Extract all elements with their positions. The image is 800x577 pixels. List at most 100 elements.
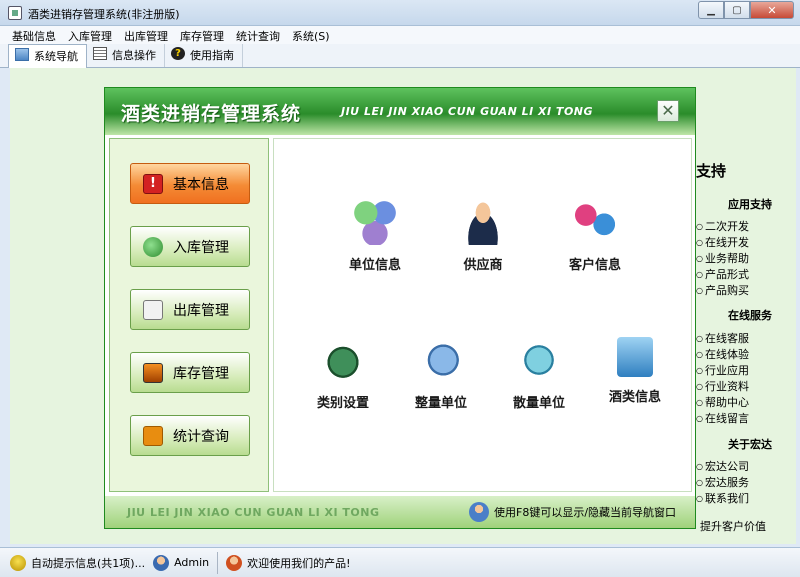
- statusbar: 自动提示信息(共1项)... Admin 欢迎使用我们的产品!: [0, 547, 800, 577]
- feature-label: 类别设置: [316, 396, 369, 411]
- module-button-inbound[interactable]: 入库管理: [130, 226, 250, 267]
- support-link[interactable]: 二次开发: [696, 218, 749, 234]
- support-link[interactable]: 业务帮助: [696, 250, 749, 266]
- menu-basic-info[interactable]: 基础信息: [8, 26, 64, 44]
- module-button-label: 库存管理: [173, 365, 229, 382]
- menu-system[interactable]: 系统(S): [288, 26, 338, 44]
- feature-unit-info[interactable]: 单位信息: [330, 199, 420, 273]
- navigation-icon: [15, 48, 29, 61]
- status-tips-text: 自动提示信息(共1项)...: [31, 556, 146, 570]
- footer-hint-text: 使用F8键可以显示/隐藏当前导航窗口: [494, 506, 677, 519]
- bulk-unit-icon: [516, 337, 562, 383]
- monitor-icon: [143, 362, 163, 383]
- feature-label: 散量单位: [512, 396, 565, 411]
- feature-wine-info[interactable]: 酒类信息: [590, 337, 680, 405]
- module-button-label: 统计查询: [173, 428, 229, 445]
- support-link[interactable]: 产品购买: [696, 282, 749, 298]
- status-tips[interactable]: 自动提示信息(共1项)...: [10, 552, 153, 574]
- support-link[interactable]: 宏达公司: [696, 458, 749, 474]
- navigation-pinyin: JIU LEI JIN XIAO CUN GUAN LI XI TONG: [341, 105, 594, 118]
- menubar: 基础信息 入库管理 出库管理 库存管理 统计查询 系统(S): [0, 26, 800, 44]
- navigation-footer: JIU LEI JIN XIAO CUN GUAN LI XI TONG 使用F…: [105, 496, 695, 528]
- status-user-text: Admin: [174, 556, 210, 569]
- module-button-label: 基本信息: [173, 176, 229, 193]
- feature-bulk-unit[interactable]: 散量单位: [494, 337, 584, 411]
- feature-supplier[interactable]: 供应商: [438, 199, 528, 273]
- user-icon: [153, 554, 170, 571]
- module-button-outbound[interactable]: 出库管理: [130, 289, 250, 330]
- minimize-button[interactable]: ▁: [698, 1, 724, 19]
- tab-system-navigation[interactable]: 系统导航: [8, 44, 87, 68]
- feature-label: 客户信息: [568, 258, 621, 273]
- support-link[interactable]: 行业资料: [696, 378, 749, 394]
- footer-hint: 使用F8键可以显示/隐藏当前导航窗口: [469, 502, 676, 522]
- module-button-statistics[interactable]: 统计查询: [130, 415, 250, 456]
- tab-label: 使用指南: [190, 49, 234, 62]
- support-link[interactable]: 联系我们: [696, 490, 749, 506]
- section-heading-online-service: 在线服务: [728, 309, 772, 322]
- navigation-panel: 酒类进销存管理系统 JIU LEI JIN XIAO CUN GUAN LI X…: [104, 87, 696, 529]
- users-group-icon: [352, 199, 398, 245]
- wine-folder-icon: [617, 337, 653, 377]
- status-user: Admin: [153, 551, 219, 574]
- rss-icon: [143, 425, 163, 446]
- support-link[interactable]: 在线体验: [696, 346, 749, 362]
- support-link[interactable]: 在线留言: [696, 410, 749, 426]
- tabbar: 系统导航 信息操作 ? 使用指南: [0, 44, 800, 68]
- close-button[interactable]: ✕: [750, 1, 794, 19]
- tab-info-operations[interactable]: 信息操作: [87, 44, 165, 67]
- feature-label: 整量单位: [414, 396, 467, 411]
- lightbulb-icon: [10, 554, 26, 571]
- navigation-title: 酒类进销存管理系统: [121, 103, 302, 125]
- support-link[interactable]: 产品形式: [696, 266, 749, 282]
- section-heading-app-support: 应用支持: [728, 198, 772, 211]
- support-title: 支持: [696, 162, 727, 180]
- inbound-icon: [143, 236, 163, 257]
- status-message: 欢迎使用我们的产品!: [226, 552, 358, 574]
- navigation-close-button[interactable]: ✕: [657, 100, 679, 122]
- module-button-label: 入库管理: [173, 239, 229, 256]
- category-icon: [320, 337, 366, 383]
- module-button-label: 出库管理: [173, 302, 229, 319]
- menu-outbound[interactable]: 出库管理: [120, 26, 176, 44]
- feature-label: 酒类信息: [608, 390, 661, 405]
- feature-label: 供应商: [463, 258, 503, 273]
- footer-pinyin: JIU LEI JIN XIAO CUN GUAN LI XI TONG: [127, 506, 380, 519]
- support-link[interactable]: 帮助中心: [696, 394, 749, 410]
- warning-icon: !: [143, 173, 163, 194]
- message-user-icon: [226, 554, 243, 571]
- window-title: 酒类进销存管理系统(非注册版): [28, 8, 180, 21]
- section-heading-about: 关于宏达: [728, 438, 772, 451]
- menu-inbound[interactable]: 入库管理: [64, 26, 120, 44]
- maximize-button[interactable]: ▢: [724, 1, 750, 19]
- feature-label: 单位信息: [348, 258, 401, 273]
- user-tip-icon: [469, 502, 489, 522]
- feature-grid: 单位信息 供应商 客户信息 类别设置 整量单位 散量单位 酒类信息: [273, 138, 692, 492]
- module-menu: ! 基本信息 入库管理 出库管理 库存管理 统计查询: [109, 138, 269, 492]
- feature-customer-info[interactable]: 客户信息: [550, 199, 640, 273]
- businessman-icon: [460, 199, 506, 245]
- outbound-icon: [143, 299, 163, 320]
- tab-label: 系统导航: [34, 50, 78, 63]
- support-link[interactable]: 在线开发: [696, 234, 749, 250]
- customer-globe-icon: [572, 199, 618, 245]
- module-button-inventory[interactable]: 库存管理: [130, 352, 250, 393]
- module-button-basic-info[interactable]: ! 基本信息: [130, 163, 250, 204]
- whole-unit-icon: [418, 337, 464, 383]
- menu-inventory[interactable]: 库存管理: [176, 26, 232, 44]
- window-titlebar: 酒类进销存管理系统(非注册版) ▁ ▢ ✕: [0, 0, 800, 26]
- support-link[interactable]: 行业应用: [696, 362, 749, 378]
- navigation-header: 酒类进销存管理系统 JIU LEI JIN XIAO CUN GUAN LI X…: [105, 88, 695, 135]
- support-footer: 提升客户价值: [700, 520, 766, 533]
- tab-label: 信息操作: [112, 49, 156, 62]
- tab-user-guide[interactable]: ? 使用指南: [165, 44, 243, 67]
- status-message-text: 欢迎使用我们的产品!: [247, 556, 351, 570]
- app-icon: [8, 6, 22, 20]
- feature-whole-unit[interactable]: 整量单位: [396, 337, 486, 411]
- window-controls: ▁ ▢ ✕: [698, 1, 794, 20]
- menu-statistics[interactable]: 统计查询: [232, 26, 288, 44]
- support-link[interactable]: 在线客服: [696, 330, 749, 346]
- support-link[interactable]: 宏达服务: [696, 474, 749, 490]
- document-icon: [93, 47, 107, 60]
- feature-category-settings[interactable]: 类别设置: [298, 337, 388, 411]
